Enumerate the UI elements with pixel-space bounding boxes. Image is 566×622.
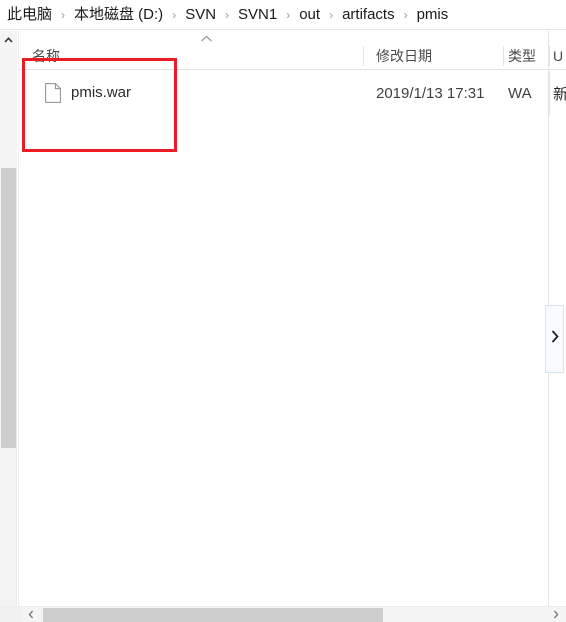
chevron-up-icon bbox=[4, 36, 13, 43]
breadcrumb-separator-icon[interactable]: › bbox=[55, 6, 71, 24]
file-icon bbox=[45, 83, 61, 103]
file-list-pane: 名称 修改日期 类型 U pmis.war 2019/1/13 17:31 WA bbox=[18, 31, 566, 606]
column-header-truncated[interactable]: U bbox=[549, 42, 566, 70]
empty-list-area[interactable] bbox=[19, 165, 566, 606]
column-header-date-modified[interactable]: 修改日期 bbox=[363, 42, 503, 70]
scroll-thumb[interactable] bbox=[1, 168, 16, 448]
file-name-label: pmis.war bbox=[71, 84, 132, 101]
cell-file-type: WA bbox=[508, 84, 532, 102]
column-header-row: 名称 修改日期 类型 U bbox=[19, 42, 566, 70]
scroll-left-button[interactable] bbox=[22, 607, 40, 622]
column-header-date-label: 修改日期 bbox=[376, 47, 432, 64]
file-explorer-window: 此电脑 › 本地磁盘 (D:) › SVN › SVN1 › out › art… bbox=[0, 0, 566, 622]
breadcrumb-item-out[interactable]: out bbox=[296, 5, 323, 25]
breadcrumb-item-this-pc[interactable]: 此电脑 bbox=[4, 5, 55, 25]
scroll-up-button[interactable] bbox=[0, 31, 17, 48]
expand-pane-button[interactable] bbox=[545, 305, 564, 373]
scroll-track-upper[interactable] bbox=[0, 48, 17, 168]
chevron-right-icon bbox=[551, 330, 559, 348]
cell-truncated-value: 新 bbox=[549, 71, 566, 115]
breadcrumb-item-pmis[interactable]: pmis bbox=[414, 5, 452, 25]
breadcrumb-separator-icon[interactable]: › bbox=[219, 6, 235, 24]
breadcrumb-separator-icon[interactable]: › bbox=[398, 6, 414, 24]
file-list-rows: pmis.war 2019/1/13 17:31 WA 新 bbox=[19, 71, 566, 115]
chevron-left-icon bbox=[28, 606, 34, 622]
scroll-right-button[interactable] bbox=[547, 607, 565, 622]
breadcrumb-separator-icon[interactable]: › bbox=[166, 6, 182, 24]
table-row[interactable]: pmis.war 2019/1/13 17:31 WA 新 bbox=[19, 71, 566, 115]
chevron-right-icon bbox=[553, 606, 559, 622]
breadcrumb-item-local-disk-d[interactable]: 本地磁盘 (D:) bbox=[71, 5, 166, 25]
breadcrumb-item-artifacts[interactable]: artifacts bbox=[339, 5, 398, 25]
breadcrumb-separator-icon[interactable]: › bbox=[280, 6, 296, 24]
vertical-scrollbar[interactable] bbox=[0, 31, 17, 606]
cell-date-modified: 2019/1/13 17:31 bbox=[376, 84, 485, 102]
breadcrumb: 此电脑 › 本地磁盘 (D:) › SVN › SVN1 › out › art… bbox=[0, 0, 566, 30]
column-header-name-label: 名称 bbox=[32, 47, 60, 64]
breadcrumb-separator-icon[interactable]: › bbox=[323, 6, 339, 24]
horizontal-scroll-thumb[interactable] bbox=[43, 608, 383, 622]
column-header-name[interactable]: 名称 bbox=[19, 42, 363, 70]
breadcrumb-item-svn[interactable]: SVN bbox=[182, 5, 219, 25]
column-header-type-label: 类型 bbox=[508, 47, 536, 64]
column-header-type[interactable]: 类型 bbox=[503, 42, 549, 70]
scrollbar-corner bbox=[0, 607, 22, 622]
breadcrumb-item-svn1[interactable]: SVN1 bbox=[235, 5, 280, 25]
horizontal-scrollbar[interactable] bbox=[0, 606, 566, 622]
cell-file-name[interactable]: pmis.war bbox=[19, 71, 363, 115]
column-header-truncated-label: U bbox=[553, 47, 564, 64]
